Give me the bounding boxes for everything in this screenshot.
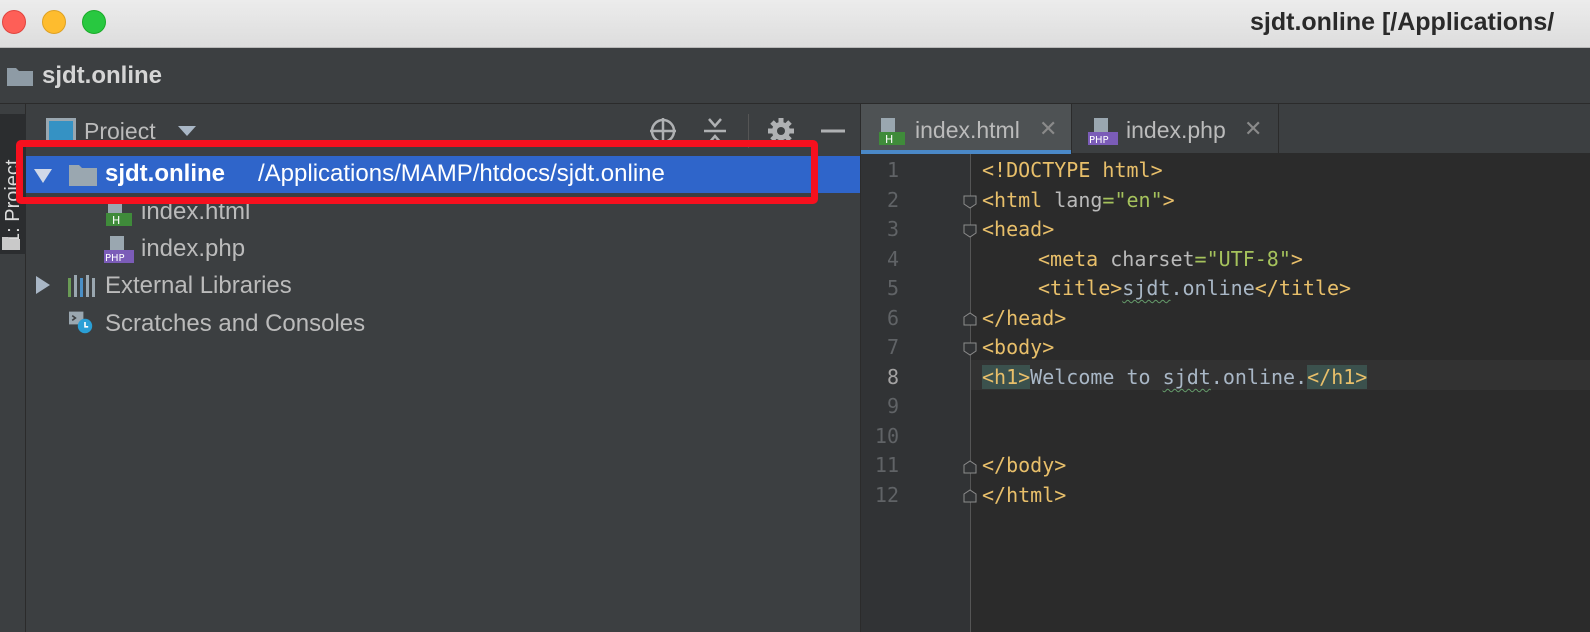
code-line-1: <!DOCTYPE html> <box>982 158 1163 182</box>
close-tab-icon[interactable]: ✕ <box>1039 116 1057 142</box>
file-name: index.php <box>141 235 246 262</box>
tree-file-index-html[interactable]: H index.html <box>26 194 860 231</box>
project-panel: Project sjdt.online /Applications/MAMP/h… <box>26 104 860 632</box>
tree-scratches-consoles[interactable]: Scratches and Consoles <box>26 306 860 343</box>
code-line-4: <meta charset="UTF-8"> <box>1038 247 1303 271</box>
tab-label: index.php <box>1126 117 1226 143</box>
gear-icon[interactable] <box>766 116 796 146</box>
editor-tab-bar: H index.html ✕ PHP index.php ✕ <box>861 104 1590 154</box>
project-view-selector[interactable]: Project <box>84 118 156 145</box>
close-tab-icon[interactable]: ✕ <box>1244 116 1262 142</box>
folder-icon <box>7 68 33 86</box>
line-number: 9 <box>886 394 899 418</box>
project-view-icon <box>46 118 76 144</box>
code-line-5: <title>sjdt.online</title> <box>1038 276 1352 300</box>
line-number: 2 <box>886 188 899 212</box>
scratches-label: Scratches and Consoles <box>105 310 366 337</box>
scratches-icon <box>69 311 93 334</box>
code-editor[interactable]: <!DOCTYPE html> <html lang="en"> <head> … <box>971 154 1590 632</box>
line-number: 6 <box>886 306 899 330</box>
root-folder-name: sjdt.online <box>105 160 225 187</box>
line-number: 1 <box>886 158 899 182</box>
tab-index-html[interactable]: H index.html ✕ <box>861 104 1071 154</box>
line-number: 11 <box>874 453 899 477</box>
expanded-arrow-icon[interactable] <box>34 169 52 183</box>
file-name: index.html <box>141 198 251 225</box>
minimize-window-button[interactable] <box>42 10 66 34</box>
line-number: 7 <box>886 335 899 359</box>
line-number: 10 <box>874 424 899 448</box>
svg-text:H: H <box>885 133 893 146</box>
breadcrumb-project[interactable]: sjdt.online <box>42 62 162 90</box>
locate-icon[interactable] <box>648 116 678 146</box>
folder-icon <box>69 165 97 186</box>
maximize-window-button[interactable] <box>82 10 106 34</box>
root-folder-path: /Applications/MAMP/htdocs/sjdt.online <box>258 160 665 187</box>
header-separator <box>748 114 749 148</box>
navigation-bar: sjdt.online <box>0 48 1590 104</box>
libraries-icon <box>68 275 95 297</box>
editor-area: H index.html ✕ PHP index.php ✕ 1 2 3 4 5… <box>861 104 1590 632</box>
window-title: sjdt.online [/Applications/ <box>1250 8 1555 36</box>
code-line-2: <html lang="en"> <box>982 188 1175 212</box>
svg-text:PHP: PHP <box>105 253 125 264</box>
tab-index-php[interactable]: PHP index.php ✕ <box>1072 104 1278 154</box>
collapsed-arrow-icon[interactable] <box>36 276 50 294</box>
close-window-button[interactable] <box>2 10 26 34</box>
line-number-gutter: 1 2 3 4 5 6 7 8 9 10 11 12 <box>861 154 971 632</box>
php-file-icon: PHP <box>104 236 134 264</box>
code-line-11: </body> <box>982 453 1067 477</box>
collapse-all-icon[interactable] <box>700 116 730 146</box>
line-number: 5 <box>886 276 899 300</box>
code-line-8: <h1>Welcome to sjdt.online.</h1> <box>982 365 1368 389</box>
line-number-current: 8 <box>886 365 899 389</box>
line-number: 12 <box>874 483 899 507</box>
code-line-7: <body> <box>982 335 1055 359</box>
hide-panel-icon[interactable] <box>818 116 848 146</box>
line-number: 3 <box>886 217 899 241</box>
code-line-12: </html> <box>982 483 1067 507</box>
tree-file-index-php[interactable]: PHP index.php <box>26 231 860 268</box>
project-tool-window-tab[interactable]: 1: Project <box>0 114 26 254</box>
tree-external-libraries[interactable]: External Libraries <box>26 268 860 305</box>
tab-label: index.html <box>915 117 1020 143</box>
left-tool-strip: 1: Project <box>0 104 26 632</box>
project-panel-header: Project <box>26 104 860 156</box>
folder-icon <box>2 237 20 250</box>
svg-text:H: H <box>112 214 120 227</box>
code-line-3: <head> <box>982 217 1055 241</box>
php-file-icon: PHP <box>1088 118 1118 146</box>
html-file-icon: H <box>106 198 132 227</box>
code-line-6: </head> <box>982 306 1067 330</box>
title-bar: sjdt.online [/Applications/ <box>0 0 1590 48</box>
tree-root-project[interactable]: sjdt.online /Applications/MAMP/htdocs/sj… <box>26 156 860 193</box>
svg-text:PHP: PHP <box>1089 135 1109 146</box>
line-number: 4 <box>886 247 899 271</box>
tab-separator <box>1278 104 1279 154</box>
chevron-down-icon[interactable] <box>178 126 196 136</box>
html-file-icon: H <box>879 118 905 146</box>
project-tool-window-label: 1: Project <box>2 159 24 244</box>
external-libraries-label: External Libraries <box>105 272 292 299</box>
